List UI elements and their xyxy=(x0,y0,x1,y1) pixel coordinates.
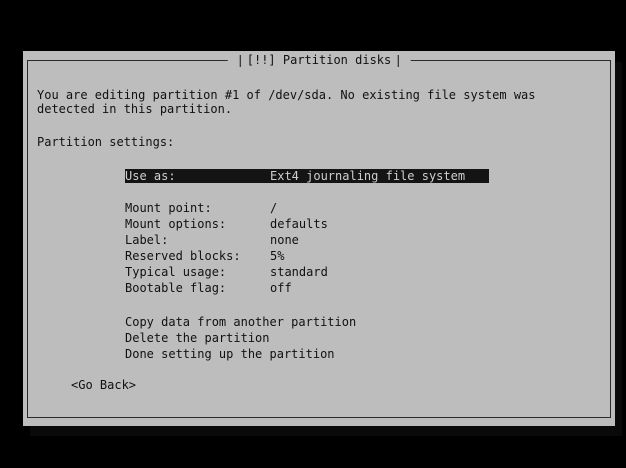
setting-mount-point[interactable]: Mount point: / xyxy=(125,201,277,215)
installer-screen: [!!] Partition disks You are editing par… xyxy=(0,0,626,468)
done-setting-up-action[interactable]: Done setting up the partition xyxy=(125,347,335,361)
setting-label: Mount point: xyxy=(125,201,212,215)
setting-reserved-blocks[interactable]: Reserved blocks: 5% xyxy=(125,249,284,263)
setting-label: Label: xyxy=(125,233,169,247)
setting-mount-options[interactable]: Mount options: defaults xyxy=(125,217,328,231)
setting-value: standard xyxy=(270,265,328,279)
setting-label: Bootable flag: xyxy=(125,281,227,295)
setting-value: / xyxy=(270,201,278,215)
title-right-tick xyxy=(397,54,399,67)
setting-label: Use as: xyxy=(125,169,176,183)
partition-dialog: [!!] Partition disks You are editing par… xyxy=(23,51,615,426)
setting-value: off xyxy=(270,281,292,295)
setting-label-field[interactable]: Label: none xyxy=(125,233,299,247)
setting-value: 5% xyxy=(270,249,285,263)
copy-data-action[interactable]: Copy data from another partition xyxy=(125,315,356,329)
setting-use-as[interactable]: Use as: Ext4 journaling file system xyxy=(125,169,489,183)
setting-value: defaults xyxy=(270,217,328,231)
setting-typical-usage[interactable]: Typical usage: standard xyxy=(125,265,328,279)
setting-label: Mount options: xyxy=(125,217,227,231)
setting-label: Typical usage: xyxy=(125,265,227,279)
settings-heading: Partition settings: xyxy=(37,135,175,149)
title-left-tick xyxy=(239,54,241,67)
dialog-title: [!!] Partition disks xyxy=(246,53,392,67)
setting-value: Ext4 journaling file system xyxy=(270,169,466,183)
dialog-message: You are editing partition #1 of /dev/sda… xyxy=(37,88,536,116)
delete-partition-action[interactable]: Delete the partition xyxy=(125,331,270,345)
setting-bootable-flag[interactable]: Bootable flag: off xyxy=(125,281,292,295)
dialog-title-container: [!!] Partition disks xyxy=(227,53,411,67)
setting-label: Reserved blocks: xyxy=(125,249,241,263)
go-back-button[interactable]: <Go Back> xyxy=(71,378,136,392)
setting-value: none xyxy=(270,233,299,247)
